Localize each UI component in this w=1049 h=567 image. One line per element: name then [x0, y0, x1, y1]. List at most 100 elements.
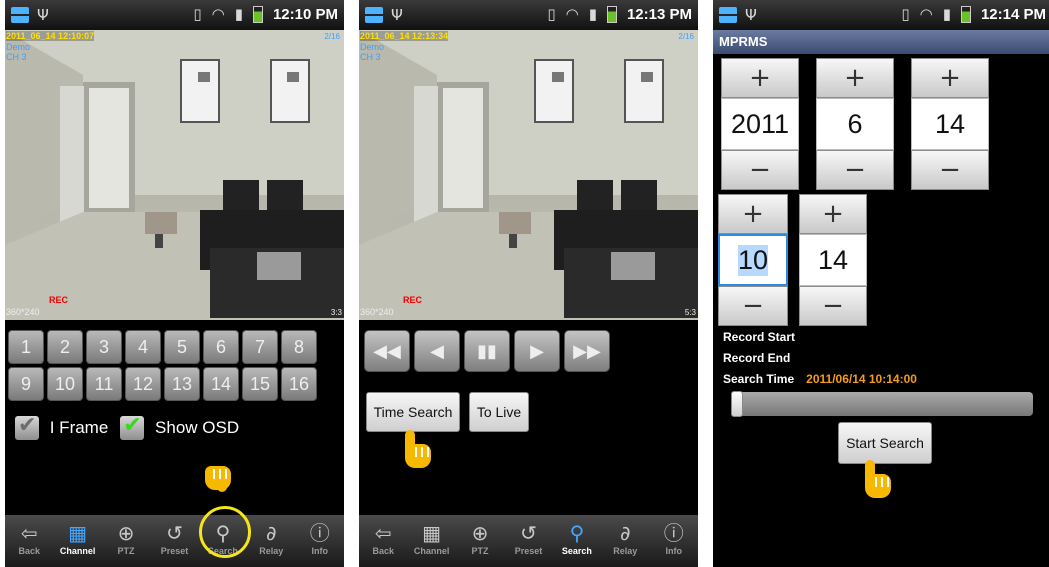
phone-screen-time-search: Ψ ▯ ◠ ▮ 12:14 PM MPRMS + 2011 − + 6 − + …	[713, 0, 1049, 567]
nav-info[interactable]: ⓘ Info	[650, 515, 698, 567]
minute-value[interactable]: 14	[799, 234, 867, 286]
nav-back[interactable]: ⇦ Back	[5, 515, 53, 567]
start-search-button[interactable]: Start Search	[838, 422, 932, 464]
show-osd-checkbox[interactable]: ✔	[120, 413, 145, 440]
year-increment-button[interactable]: +	[721, 58, 799, 98]
osd-resolution: 360*240	[360, 307, 394, 317]
osd-site: Demo	[6, 42, 31, 52]
fast-rewind-button[interactable]: ◀◀	[364, 330, 410, 372]
channel-button[interactable]: 6	[203, 330, 239, 364]
status-bar: Ψ ▯ ◠ ▮ 12:14 PM	[713, 0, 1049, 30]
iframe-checkbox[interactable]: ✔	[15, 413, 39, 440]
year-value[interactable]: 2011	[721, 98, 799, 150]
signal-icon: ▮	[588, 5, 597, 23]
rec-indicator: REC	[49, 295, 69, 305]
fast-forward-icon: ▶▶	[573, 340, 601, 362]
hour-spinner: + 10 −	[718, 194, 788, 326]
check-icon: ✔	[18, 413, 37, 438]
nav-channel[interactable]: ▦ Channel	[53, 515, 101, 567]
status-bar: Ψ ▯ ◠ ▮ 12:10 PM	[5, 0, 344, 30]
hour-value[interactable]: 10	[718, 234, 788, 286]
hand-pointer-icon	[863, 460, 891, 500]
nav-ptz[interactable]: ⊕ PTZ	[102, 515, 150, 567]
channel-button[interactable]: 12	[125, 367, 161, 401]
nav-channel[interactable]: ▦ Channel	[407, 515, 455, 567]
info-icon: ⓘ	[663, 521, 684, 545]
channel-button[interactable]: 9	[8, 367, 44, 401]
year-decrement-button[interactable]: −	[721, 150, 799, 190]
clock: 12:10 PM	[272, 5, 338, 23]
hour-decrement-button[interactable]: −	[718, 286, 788, 326]
show-osd-option[interactable]: ✔ Show OSD	[120, 413, 239, 440]
usb-icon: Ψ	[37, 6, 49, 24]
day-increment-button[interactable]: +	[911, 58, 989, 98]
nav-preset[interactable]: ↺ Preset	[504, 515, 552, 567]
channel-button[interactable]: 7	[242, 330, 278, 364]
year-spinner: + 2011 −	[721, 58, 799, 190]
camera-view[interactable]: 2011_06_14 12:13:34 Demo CH 3 2/16 REC 3…	[359, 30, 698, 320]
app-title-bar: MPRMS	[713, 30, 1049, 54]
iframe-option[interactable]: ✔ I Frame	[15, 413, 108, 440]
channel-button[interactable]: 10	[47, 367, 83, 401]
channel-button[interactable]: 13	[164, 367, 200, 401]
osd-channel: CH 3	[6, 52, 27, 62]
osd-timestamp: 2011_06_14 12:10:07	[6, 31, 95, 41]
osd-channel: CH 3	[360, 52, 381, 62]
wifi-icon: ◠	[919, 5, 933, 23]
month-decrement-button[interactable]: −	[816, 150, 894, 190]
channel-button[interactable]: 4	[125, 330, 161, 364]
wifi-icon: ◠	[211, 5, 225, 23]
month-increment-button[interactable]: +	[816, 58, 894, 98]
channel-button[interactable]: 14	[203, 367, 239, 401]
channel-button[interactable]: 8	[281, 330, 317, 364]
rewind-button[interactable]: ◀	[414, 330, 460, 372]
play-button[interactable]: ▶	[514, 330, 560, 372]
nav-ptz[interactable]: ⊕ PTZ	[456, 515, 504, 567]
time-search-button[interactable]: Time Search	[366, 392, 460, 432]
preset-icon: ↺	[166, 521, 183, 545]
day-value[interactable]: 14	[911, 98, 989, 150]
channel-button[interactable]: 16	[281, 367, 317, 401]
playback-controls: ◀◀ ◀ ▮▮ ▶ ▶▶	[364, 330, 610, 372]
month-value[interactable]: 6	[816, 98, 894, 150]
camera-view[interactable]: 2011_06_14 12:10:07 Demo CH 3 2/16 REC 3…	[5, 30, 344, 320]
day-decrement-button[interactable]: −	[911, 150, 989, 190]
to-live-button[interactable]: To Live	[469, 392, 529, 432]
app-icon	[719, 7, 737, 23]
clock: 12:14 PM	[980, 5, 1046, 23]
channel-button[interactable]: 15	[242, 367, 278, 401]
time-slider[interactable]	[731, 391, 1033, 417]
battery-icon	[606, 5, 617, 23]
minute-increment-button[interactable]: +	[799, 194, 867, 234]
minute-decrement-button[interactable]: −	[799, 286, 867, 326]
nav-info[interactable]: ⓘ Info	[296, 515, 344, 567]
nav-search[interactable]: ⚲ Search	[553, 515, 601, 567]
fast-forward-button[interactable]: ▶▶	[564, 330, 610, 372]
osd-timestamp: 2011_06_14 12:13:34	[360, 31, 449, 41]
channel-button[interactable]: 1	[8, 330, 44, 364]
pause-button[interactable]: ▮▮	[464, 330, 510, 372]
grid-icon: ▦	[422, 521, 442, 545]
ptz-icon: ⊕	[117, 521, 135, 545]
channel-button[interactable]: 2	[47, 330, 83, 364]
channel-button[interactable]: 5	[164, 330, 200, 364]
grid-icon: ▦	[68, 521, 88, 545]
usb-icon: Ψ	[745, 6, 757, 24]
minute-spinner: + 14 −	[799, 194, 867, 326]
preset-icon: ↺	[520, 521, 537, 545]
hour-increment-button[interactable]: +	[718, 194, 788, 234]
osd-ratio: 3:3	[330, 308, 342, 317]
vibrate-icon: ▯	[547, 5, 556, 23]
usb-icon: Ψ	[391, 6, 403, 24]
options-row: ✔ I Frame ✔ Show OSD	[15, 413, 239, 440]
slider-thumb[interactable]	[731, 391, 743, 417]
bottom-nav: ⇦ Back ▦ Channel ⊕ PTZ ↺ Preset ⚲ Search ∂ Rel…	[5, 515, 344, 567]
osd-page: 2/16	[324, 32, 340, 41]
channel-button[interactable]: 3	[86, 330, 122, 364]
ptz-icon: ⊕	[471, 521, 489, 545]
nav-back[interactable]: ⇦ Back	[359, 515, 407, 567]
nav-preset[interactable]: ↺ Preset	[150, 515, 198, 567]
nav-relay[interactable]: ∂ Relay	[247, 515, 295, 567]
channel-button[interactable]: 11	[86, 367, 122, 401]
nav-relay[interactable]: ∂ Relay	[601, 515, 649, 567]
